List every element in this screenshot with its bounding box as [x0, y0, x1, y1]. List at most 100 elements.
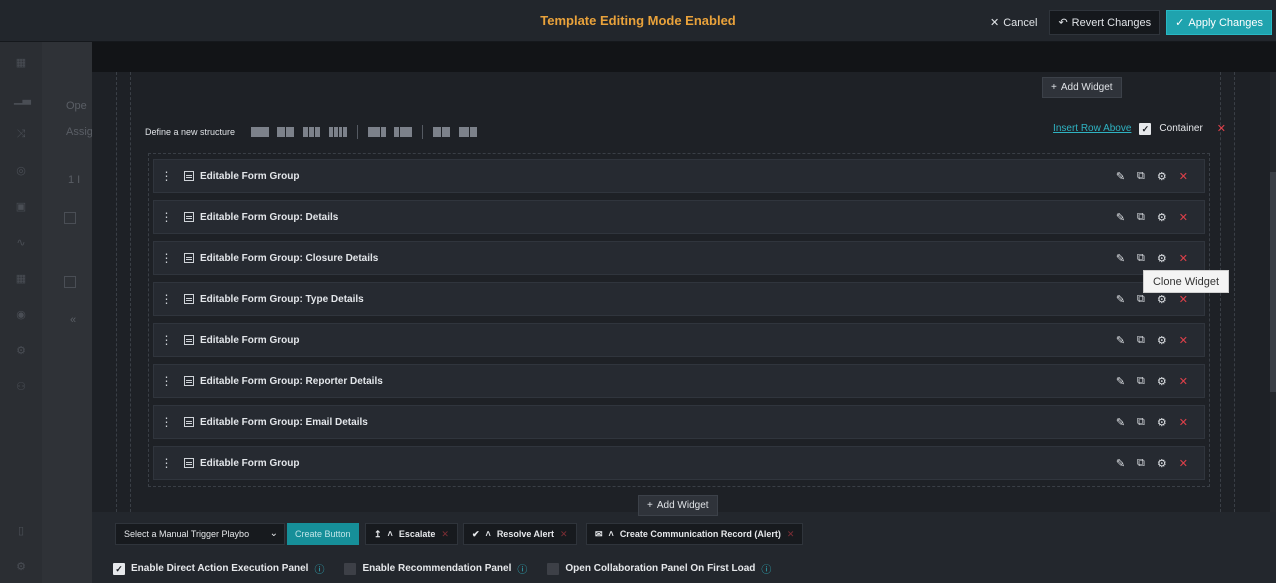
drag-handle-icon[interactable]: ⋮	[154, 251, 178, 265]
clone-widget-tooltip: Clone Widget	[1143, 270, 1229, 293]
edit-icon[interactable]: ✎	[1116, 334, 1125, 347]
layout-right-wide-icon[interactable]	[394, 127, 413, 137]
gear-icon[interactable]: ⚙	[1157, 416, 1167, 429]
edit-icon[interactable]: ✎	[1116, 457, 1125, 470]
shuffle-icon[interactable]: ⤨	[14, 128, 28, 140]
gear-icon[interactable]: ⚙	[1157, 252, 1167, 265]
settings-icon[interactable]: ⚙	[14, 560, 28, 573]
gear-icon[interactable]: ⚙	[14, 344, 28, 357]
subpanel-checkbox[interactable]	[64, 212, 76, 224]
direct-action-checkbox[interactable]: ✓	[113, 562, 125, 575]
create-communication-action-button[interactable]: ✉ ˄ Create Communication Record (Alert) …	[586, 523, 804, 545]
drag-handle-icon[interactable]: ⋮	[154, 210, 178, 224]
edit-icon[interactable]: ✎	[1116, 252, 1125, 265]
delete-icon[interactable]: ✕	[1179, 170, 1188, 183]
drag-handle-icon[interactable]: ⋮	[154, 333, 178, 347]
clone-icon[interactable]: ⧉	[1137, 334, 1145, 347]
info-icon[interactable]: ⓘ	[761, 561, 771, 576]
edit-icon[interactable]: ✎	[1116, 211, 1125, 224]
manual-trigger-select[interactable]: Select a Manual Trigger Playbo ⌄	[115, 523, 285, 545]
recommendation-checkbox[interactable]	[344, 562, 357, 575]
option-label: Enable Recommendation Panel	[362, 563, 512, 574]
delete-icon[interactable]: ✕	[1179, 211, 1188, 224]
drag-handle-icon[interactable]: ⋮	[154, 374, 178, 388]
gear-icon[interactable]: ⚙	[1157, 170, 1167, 183]
widget-row[interactable]: ⋮ Editable Form Group: Type Details ✎ ⧉ ⚙ ✕	[153, 282, 1205, 316]
info-icon[interactable]: ⓘ	[517, 561, 527, 576]
layout-1col-icon[interactable]	[251, 127, 270, 137]
remove-action-icon[interactable]: ✕	[787, 529, 795, 540]
layout-split-alt-icon[interactable]	[459, 127, 478, 137]
layout-split-icon[interactable]	[433, 127, 451, 137]
add-widget-button[interactable]: + Add Widget	[638, 495, 718, 516]
clone-icon[interactable]: ⧉	[1137, 252, 1145, 265]
container-checkbox[interactable]: ✓	[1139, 122, 1152, 135]
delete-icon[interactable]: ✕	[1179, 416, 1188, 429]
gear-icon[interactable]: ⚙	[1157, 457, 1167, 470]
briefcase-icon[interactable]: ▣	[14, 200, 28, 213]
widget-tools: ✎ ⧉ ⚙ ✕	[1116, 252, 1188, 265]
collapse-icon[interactable]: «	[70, 314, 76, 326]
subpanel-checkbox[interactable]	[64, 276, 76, 288]
widget-row[interactable]: ⋮ Editable Form Group ✎ ⧉ ⚙ ✕	[153, 159, 1205, 193]
drag-handle-icon[interactable]: ⋮	[154, 292, 178, 306]
collaboration-checkbox[interactable]	[547, 562, 560, 575]
resolve-alert-action-button[interactable]: ✔ ˄ Resolve Alert ✕	[463, 523, 577, 545]
revert-changes-button[interactable]: ↶ Revert Changes	[1049, 10, 1161, 35]
delete-icon[interactable]: ✕	[1179, 293, 1188, 306]
delete-icon[interactable]: ✕	[1179, 252, 1188, 265]
widget-row[interactable]: ⋮ Editable Form Group ✎ ⧉ ⚙ ✕	[153, 323, 1205, 357]
clone-icon[interactable]: ⧉	[1137, 457, 1145, 470]
create-button[interactable]: Create Button	[287, 523, 359, 545]
escalate-action-button[interactable]: ↥ ˄ Escalate ✕	[365, 523, 458, 545]
layout-3col-icon[interactable]	[303, 127, 321, 137]
insert-row-above-link[interactable]: Insert Row Above	[1053, 123, 1131, 134]
gear-icon[interactable]: ⚙	[1157, 211, 1167, 224]
remove-action-icon[interactable]: ✕	[560, 529, 568, 540]
drag-handle-icon[interactable]: ⋮	[154, 456, 178, 470]
delete-icon[interactable]: ✕	[1179, 457, 1188, 470]
scrollbar-thumb[interactable]	[1270, 172, 1276, 392]
analytics-icon[interactable]: ∿	[14, 236, 28, 249]
target-icon[interactable]: ◉	[14, 308, 28, 321]
grid-icon[interactable]: ▦	[14, 272, 28, 285]
edit-icon[interactable]: ✎	[1116, 416, 1125, 429]
layout-4col-icon[interactable]	[329, 127, 348, 137]
trash-icon[interactable]: ▯	[14, 524, 28, 537]
gear-icon[interactable]: ⚙	[1157, 293, 1167, 306]
delete-icon[interactable]: ✕	[1179, 375, 1188, 388]
apply-label: Apply Changes	[1188, 16, 1263, 29]
clone-icon[interactable]: ⧉	[1137, 170, 1145, 183]
clone-icon[interactable]: ⧉	[1137, 211, 1145, 224]
apply-changes-button[interactable]: ✓ Apply Changes	[1166, 10, 1272, 35]
edit-icon[interactable]: ✎	[1116, 375, 1125, 388]
delete-icon[interactable]: ✕	[1179, 334, 1188, 347]
widget-row[interactable]: ⋮ Editable Form Group: Closure Details ✎ ⧉ ⚙…	[153, 241, 1205, 275]
remove-row-icon[interactable]: ✕	[1217, 122, 1226, 135]
drag-handle-icon[interactable]: ⋮	[154, 415, 178, 429]
chart-icon[interactable]: ▁▃	[14, 92, 31, 105]
clone-icon[interactable]: ⧉	[1137, 293, 1145, 306]
remove-action-icon[interactable]: ✕	[441, 529, 449, 540]
cancel-button[interactable]: ✕ Cancel	[984, 12, 1043, 33]
widget-row[interactable]: ⋮ Editable Form Group ✎ ⧉ ⚙ ✕	[153, 446, 1205, 480]
dashboard-icon[interactable]: ▦	[14, 56, 28, 69]
users-icon[interactable]: ⚇	[14, 380, 28, 393]
widget-row[interactable]: ⋮ Editable Form Group: Details ✎ ⧉ ⚙ ✕	[153, 200, 1205, 234]
layout-left-wide-icon[interactable]	[368, 127, 387, 137]
compass-icon[interactable]: ◎	[14, 164, 28, 177]
widget-row[interactable]: ⋮ Editable Form Group: Email Details ✎ ⧉ ⚙ ✕	[153, 405, 1205, 439]
edit-icon[interactable]: ✎	[1116, 170, 1125, 183]
layout-2col-icon[interactable]	[277, 127, 295, 137]
scrollbar[interactable]	[1270, 72, 1276, 512]
subpanel-text: Assig	[66, 126, 93, 138]
edit-icon[interactable]: ✎	[1116, 293, 1125, 306]
add-widget-button[interactable]: + Add Widget	[1042, 77, 1122, 98]
gear-icon[interactable]: ⚙	[1157, 334, 1167, 347]
widget-row[interactable]: ⋮ Editable Form Group: Reporter Details ✎ ⧉…	[153, 364, 1205, 398]
gear-icon[interactable]: ⚙	[1157, 375, 1167, 388]
info-icon[interactable]: ⓘ	[314, 561, 324, 576]
clone-icon[interactable]: ⧉	[1137, 375, 1145, 388]
drag-handle-icon[interactable]: ⋮	[154, 169, 178, 183]
clone-icon[interactable]: ⧉	[1137, 416, 1145, 429]
